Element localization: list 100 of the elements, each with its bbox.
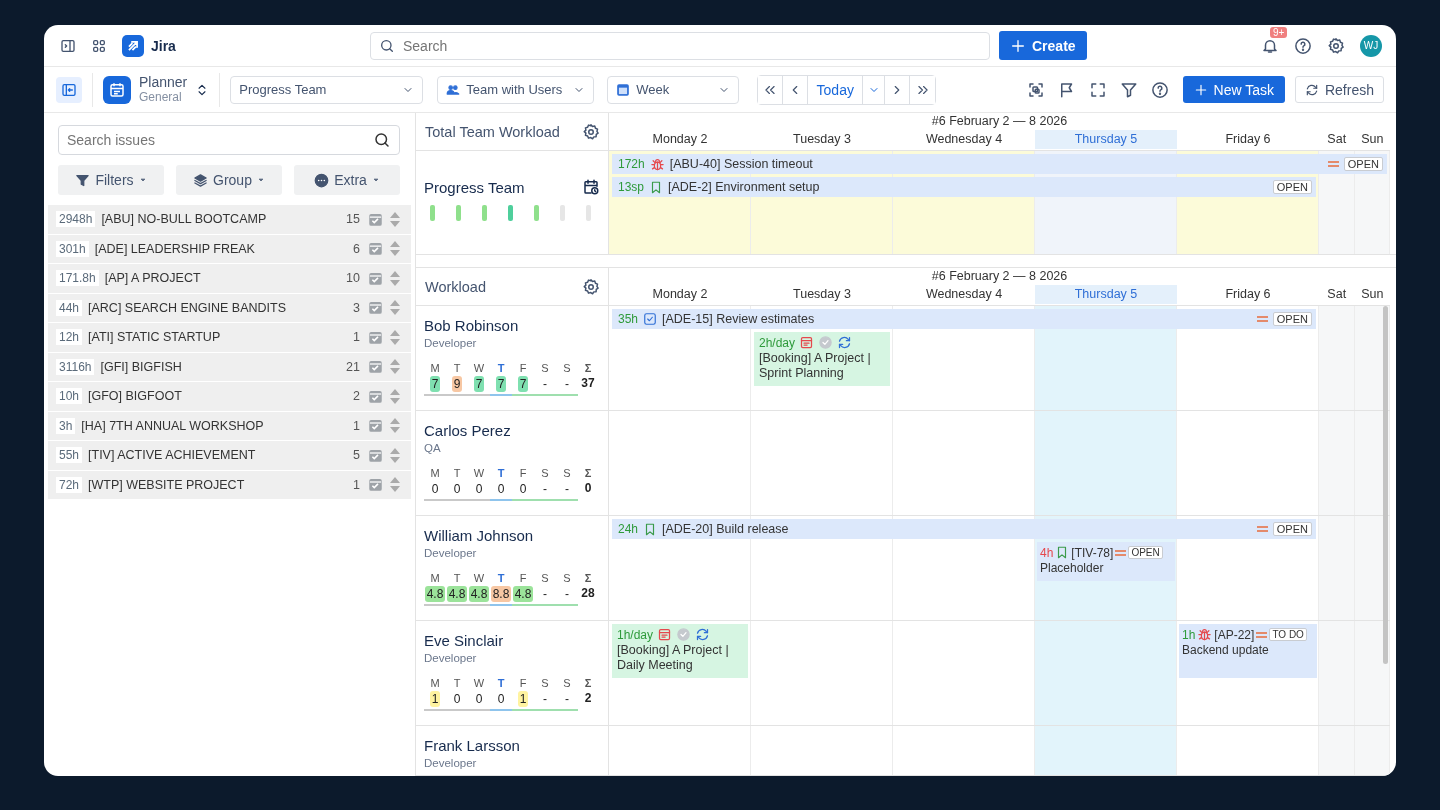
filter-button[interactable]: Filters — [58, 165, 164, 195]
calendar-check-icon[interactable] — [368, 270, 383, 286]
team-name: Progress Team — [424, 178, 525, 196]
collapse-sidebar-button[interactable] — [56, 76, 82, 103]
day-hours: 0 — [452, 691, 462, 707]
day-header: Friday 6 — [1224, 286, 1272, 303]
sort-icon[interactable] — [389, 387, 401, 405]
group-button[interactable]: Group — [176, 165, 282, 195]
search-bar[interactable]: Search — [370, 31, 990, 60]
task-bar[interactable]: 172h [ABU-40] Session timeout OPEN — [612, 154, 1387, 174]
person-name: William Johnson — [424, 527, 535, 544]
task-bar[interactable]: 13sp [ADE-2] Environment setup OPEN — [612, 177, 1316, 197]
calendar-check-icon[interactable] — [368, 388, 383, 404]
hours-label: 55h — [56, 447, 83, 464]
status-tag: OPEN — [1272, 312, 1312, 326]
check-circle-icon — [676, 627, 692, 642]
status-tag: OPEN — [1272, 180, 1312, 194]
day-letter: S — [540, 467, 550, 479]
day-hours: 4.8 — [424, 586, 446, 602]
new-task-button[interactable]: New Task — [1182, 76, 1285, 103]
day-hours: 7 — [429, 376, 441, 392]
booking-card[interactable]: 2h/day [Booking] A Project | Sprint Planning — [754, 332, 890, 386]
day-hours: - — [542, 691, 548, 707]
day-letter: S — [540, 572, 550, 584]
extra-button[interactable]: Extra — [294, 165, 400, 195]
filter-icon — [75, 172, 91, 188]
sort-icon[interactable] — [389, 269, 401, 287]
sort-icon[interactable] — [389, 210, 401, 228]
refresh-icon — [1304, 82, 1319, 97]
task-key: [TIV-78] — [1071, 545, 1114, 560]
day-hours: 7 — [473, 376, 485, 392]
day-header: Wednesday 4 — [924, 131, 1004, 148]
project-item[interactable]: 3h [HA] 7TH ANNUAL WORKSHOP 1 — [48, 411, 411, 440]
project-item[interactable]: 171.8h [AP] A PROJECT 10 — [48, 264, 411, 293]
caret-down-icon — [138, 176, 147, 184]
calendar-check-icon[interactable] — [368, 418, 383, 434]
day-hours: - — [564, 586, 570, 602]
app-name[interactable]: Jira — [151, 37, 176, 54]
search-field[interactable]: Search — [403, 33, 981, 58]
day-letter: S — [562, 467, 572, 479]
calendar-check-icon[interactable] — [368, 300, 383, 316]
day-hours: 0 — [496, 481, 506, 497]
calendar-check-icon[interactable] — [368, 447, 383, 463]
priority-medium-icon — [1256, 631, 1268, 638]
day-hours: 4.8 — [468, 586, 490, 602]
checkbox-icon — [643, 312, 658, 326]
check-circle-icon — [818, 335, 834, 350]
layers-icon — [193, 172, 209, 188]
sort-icon[interactable] — [389, 240, 401, 258]
project-item[interactable]: 2948h [ABU] NO-BULL BOOTCAMP 15 — [48, 205, 411, 234]
create-button[interactable]: Create — [999, 31, 1087, 60]
search-icon — [379, 37, 395, 54]
search-issues-field[interactable]: Search issues — [67, 127, 373, 153]
team-select[interactable]: Progress Team — [230, 75, 424, 104]
range-select[interactable]: Week — [607, 75, 740, 104]
task-title: [ADE-15] Review estimates — [662, 312, 816, 326]
sort-icon[interactable] — [389, 476, 401, 494]
settings-icon — [582, 122, 600, 141]
task-card[interactable]: 4h [TIV-78] OPEN Placeholder — [1037, 542, 1175, 581]
project-item[interactable]: 3116h [GFI] BIGFISH 21 — [48, 352, 411, 381]
project-item[interactable]: 44h [ARC] SEARCH ENGINE BANDITS 3 — [48, 293, 411, 322]
booking-card[interactable]: 1h/day [Booking] A Project | Daily Meeting — [612, 624, 748, 678]
task-card[interactable]: 1h [AP-22] TO DO Backend update — [1179, 624, 1317, 678]
sort-icon[interactable] — [389, 446, 401, 464]
view-select[interactable]: Team with Users — [437, 75, 595, 104]
sort-icon[interactable] — [389, 328, 401, 346]
day-header: Sun — [1360, 286, 1385, 303]
sort-icon[interactable] — [389, 358, 401, 376]
person-name: Carlos Perez — [424, 422, 512, 439]
app-logo-icon[interactable] — [122, 34, 144, 57]
total-hours: 0 — [583, 481, 593, 497]
first-page-button[interactable] — [758, 75, 784, 104]
hours-label: 72h — [56, 476, 83, 493]
project-item[interactable]: 72h [WTP] WEBSITE PROJECT 1 — [48, 470, 411, 499]
day-letter: S — [540, 677, 550, 689]
calendar-check-icon[interactable] — [368, 329, 383, 345]
project-item[interactable]: 12h [ATI] STATIC STARTUP 1 — [48, 323, 411, 352]
sum-label: Σ — [583, 677, 593, 689]
users-icon — [446, 82, 461, 97]
task-bar[interactable]: 24h [ADE-20] Build release OPEN — [612, 519, 1316, 539]
day-header: Thursday 5 — [1035, 285, 1177, 304]
project-item[interactable]: 55h [TIV] ACTIVE ACHIEVEMENT 5 — [48, 441, 411, 470]
scrollbar[interactable] — [1383, 306, 1388, 664]
day-hours: 7 — [495, 376, 507, 392]
search-issues-bar[interactable]: Search issues — [58, 125, 400, 155]
calendar-check-icon[interactable] — [368, 211, 383, 227]
project-item[interactable]: 301h [ADE] LEADERSHIP FREAK 6 — [48, 234, 411, 263]
person-role: Developer — [424, 652, 478, 664]
calendar-check-icon[interactable] — [368, 241, 383, 257]
issue-count: 10 — [346, 271, 360, 286]
sort-icon[interactable] — [389, 299, 401, 317]
day-letter: M — [429, 677, 441, 689]
task-bar[interactable]: 35h [ADE-15] Review estimates OPEN — [612, 309, 1316, 329]
task-title: Placeholder — [1040, 561, 1105, 576]
status-tag: OPEN — [1343, 157, 1383, 171]
refresh-button[interactable]: Refresh — [1294, 76, 1384, 103]
calendar-check-icon[interactable] — [368, 477, 383, 493]
sort-icon[interactable] — [389, 417, 401, 435]
project-item[interactable]: 10h [GFO] BIGFOOT 2 — [48, 382, 411, 411]
calendar-check-icon[interactable] — [368, 359, 383, 375]
